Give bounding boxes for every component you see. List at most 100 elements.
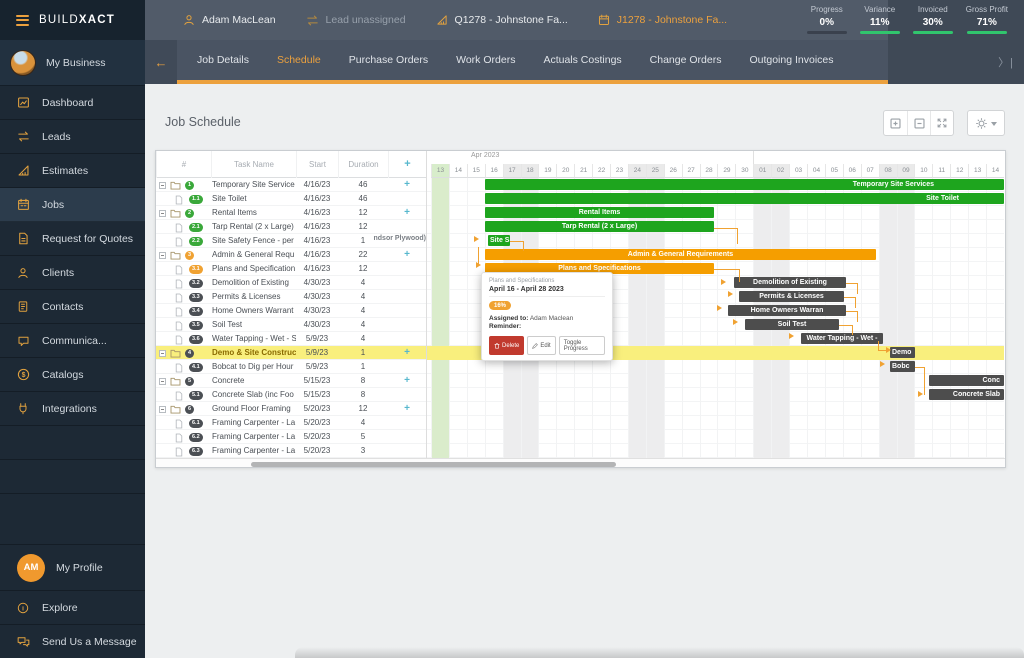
task-name: Ground Floor Framing: [212, 404, 291, 413]
task-row[interactable]: 6.3 Framing Carpenter - La 5/20/23 3: [156, 444, 426, 458]
hamburger-menu-icon[interactable]: [16, 14, 29, 26]
task-row[interactable]: 3.5 Soil Test 4/30/23 4: [156, 318, 426, 332]
sidebar-item-my-business[interactable]: My Business: [0, 40, 145, 86]
add-task-button[interactable]: +: [388, 151, 426, 178]
zoom-in-button[interactable]: [884, 111, 907, 135]
edit-button[interactable]: Edit: [527, 336, 556, 355]
sidebar-item-my-profile[interactable]: AM My Profile: [0, 544, 145, 590]
sidebar-item-contacts[interactable]: Contacts: [0, 290, 145, 324]
zoom-out-button[interactable]: [907, 111, 930, 135]
task-row[interactable]: 3 Admin & General Requ 4/16/23 22 +: [156, 248, 426, 262]
file-icon: [175, 433, 183, 443]
gantt-bar-concrete-slab[interactable]: Concrete Slab: [929, 389, 1004, 400]
collapse-toggle-icon[interactable]: [159, 405, 166, 413]
gantt-bar-rental-items[interactable]: Rental Items: [485, 207, 714, 218]
header-item-lead-unassigned[interactable]: Lead unassigned: [306, 14, 406, 26]
sidebar-item-clients[interactable]: Clients: [0, 256, 145, 290]
gantt-bar-admin-general-requirements[interactable]: Admin & General Requirements: [485, 249, 876, 260]
task-start-date: 4/16/23: [303, 222, 331, 231]
task-duration: 8: [360, 376, 366, 385]
collapse-toggle-icon[interactable]: [159, 251, 166, 259]
add-subtask-button[interactable]: +: [388, 248, 426, 262]
add-subtask-button[interactable]: +: [388, 206, 426, 220]
gantt-bar-water-tapping-wet[interactable]: Water Tapping - Wet -: [801, 333, 883, 344]
file-icon: [175, 195, 183, 205]
task-row[interactable]: 6 Ground Floor Framing 5/20/23 12 +: [156, 402, 426, 416]
sidebar-item-label: Contacts: [42, 300, 84, 313]
gantt-bar-site-toilet[interactable]: Site Toilet: [485, 193, 1004, 204]
header-item-q1278-johnstone-fa[interactable]: Q1278 - Johnstone Fa...: [436, 14, 568, 26]
task-row[interactable]: 6.1 Framing Carpenter - La 5/20/23 4: [156, 416, 426, 430]
file-icon: [175, 265, 183, 275]
task-row[interactable]: 2 Rental Items 4/16/23 12 +: [156, 206, 426, 220]
sidebar-item-explore[interactable]: i Explore: [0, 590, 145, 624]
tab-purchase-orders[interactable]: Purchase Orders: [349, 54, 428, 66]
gantt-bar-site-s[interactable]: Site S: [488, 235, 510, 246]
collapse-toggle-icon[interactable]: [159, 349, 166, 357]
sidebar-item-estimates[interactable]: Estimates: [0, 154, 145, 188]
tab-work-orders[interactable]: Work Orders: [456, 54, 515, 66]
sidebar-item-integrations[interactable]: Integrations: [0, 392, 145, 426]
task-row[interactable]: 6.2 Framing Carpenter - La 5/20/23 5: [156, 430, 426, 444]
collapse-toggle-icon[interactable]: [159, 377, 166, 385]
tab-job-details[interactable]: Job Details: [197, 54, 249, 66]
add-subtask-button[interactable]: +: [388, 178, 426, 192]
gantt-bar-soil-test[interactable]: Soil Test: [745, 319, 839, 330]
task-row[interactable]: 3.2 Demolition of Existing 4/30/23 4: [156, 276, 426, 290]
stat-label: Variance: [864, 5, 896, 14]
gantt-panel: # Task Name Start Duration + Apr 2023 13…: [155, 150, 1006, 468]
task-row[interactable]: 3.6 Water Tapping - Wet - S 5/9/23 4: [156, 332, 426, 346]
sidebar-item-request-for-quotes[interactable]: Request for Quotes: [0, 222, 145, 256]
back-arrow-button[interactable]: ←: [145, 40, 177, 84]
task-number-badge: 3.3: [189, 292, 203, 302]
collapse-panel-icon[interactable]: 〉|: [998, 54, 1014, 70]
tab-change-orders[interactable]: Change Orders: [650, 54, 722, 66]
gantt-bar-permits-licenses[interactable]: Permits & Licenses: [739, 291, 844, 302]
settings-button[interactable]: [968, 111, 1004, 135]
task-row[interactable]: 4.1 Bobcat to Dig per Hour 5/9/23 1: [156, 360, 426, 374]
gantt-bar-demolition-of-existing[interactable]: Demolition of Existing: [734, 277, 846, 288]
gantt-bar-home-owners-warran[interactable]: Home Owners Warran: [728, 305, 846, 316]
tab-schedule[interactable]: Schedule: [277, 54, 321, 66]
gantt-bar-conc[interactable]: Conc: [929, 375, 1004, 386]
task-row[interactable]: 1.1 Site Toilet 4/16/23 46: [156, 192, 426, 206]
sidebar-item-dashboard[interactable]: Dashboard: [0, 86, 145, 120]
gantt-day-column: [771, 178, 790, 458]
tab-outgoing-invoices[interactable]: Outgoing Invoices: [749, 54, 833, 66]
add-subtask-button[interactable]: +: [388, 402, 426, 416]
sidebar-item-jobs[interactable]: Jobs: [0, 188, 145, 222]
task-number-badge: 6.1: [189, 418, 203, 428]
stat-value: 0%: [819, 17, 834, 28]
tab-actuals-costings[interactable]: Actuals Costings: [543, 54, 621, 66]
task-row[interactable]: 2.1 Tarp Rental (2 x Large) 4/16/23 12: [156, 220, 426, 234]
add-subtask-button[interactable]: +: [388, 374, 426, 388]
sidebar-item-leads[interactable]: Leads: [0, 120, 145, 154]
horizontal-scrollbar[interactable]: [251, 462, 616, 467]
task-row[interactable]: 1 Temporary Site Service 4/16/23 46 +: [156, 178, 426, 192]
task-duration: 4: [360, 334, 366, 343]
gantt-bar-tarp-rental-2-x-large[interactable]: Tarp Rental (2 x Large): [485, 221, 714, 232]
delete-button[interactable]: Delete: [489, 336, 525, 355]
task-row[interactable]: 5.1 Concrete Slab (inc Foo 5/15/23 8: [156, 388, 426, 402]
header-item-adam-maclean[interactable]: Adam MacLean: [183, 14, 276, 26]
task-duration: 1: [360, 362, 366, 371]
timeline-day: 14: [448, 164, 467, 178]
task-start-date: 5/9/23: [305, 334, 329, 343]
task-row[interactable]: 5 Concrete 5/15/23 8 +: [156, 374, 426, 388]
task-row[interactable]: 3.1 Plans and Specification 4/16/23 12: [156, 262, 426, 276]
fit-screen-button[interactable]: [930, 111, 953, 135]
collapse-toggle-icon[interactable]: [159, 209, 166, 217]
task-row[interactable]: 4 Demo & Site Constructi 5/9/23 1 +: [156, 346, 426, 360]
add-subtask-button[interactable]: +: [388, 346, 426, 360]
sidebar-item-catalogs[interactable]: $ Catalogs: [0, 358, 145, 392]
task-row[interactable]: 3.4 Home Owners Warrant 4/30/23 4: [156, 304, 426, 318]
toggle-progress-button[interactable]: Toggle Progress: [558, 336, 605, 355]
gantt-bar-temporary-site-services[interactable]: Temporary Site Services: [485, 179, 1004, 190]
sidebar-item-communica[interactable]: Communica...: [0, 324, 145, 358]
sidebar-item-send-us-a-message[interactable]: Send Us a Message: [0, 624, 145, 658]
timeline-day: 04: [807, 164, 825, 178]
header-item-j1278-johnstone-fa[interactable]: J1278 - Johnstone Fa...: [598, 14, 727, 26]
task-row[interactable]: 3.3 Permits & Licenses 4/30/23 4: [156, 290, 426, 304]
collapse-toggle-icon[interactable]: [159, 181, 166, 189]
gantt-bar-bobc[interactable]: Bobc: [890, 361, 915, 372]
